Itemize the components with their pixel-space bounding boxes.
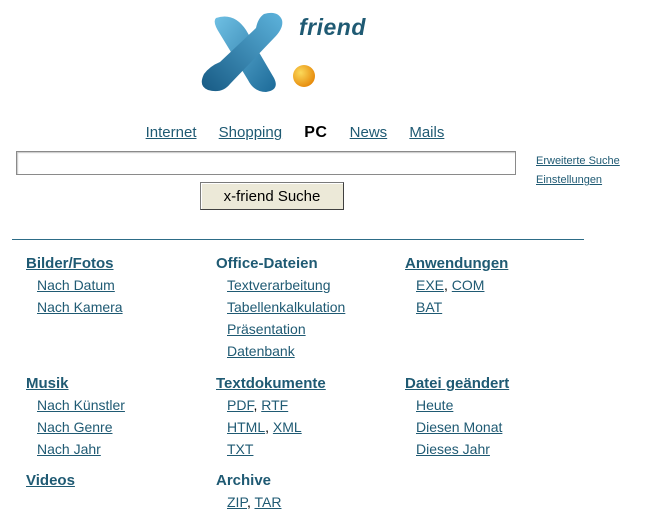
row-exe-com: EXE, COM xyxy=(416,274,508,296)
link-nach-jahr[interactable]: Nach Jahr xyxy=(37,438,125,460)
category-videos: Videos xyxy=(26,470,75,491)
category-title-bilder[interactable]: Bilder/Fotos xyxy=(26,253,123,274)
category-title-archive: Archive xyxy=(216,472,272,489)
comma-separator: , xyxy=(246,494,255,510)
link-nach-kamera[interactable]: Nach Kamera xyxy=(37,296,123,318)
link-exe[interactable]: EXE xyxy=(416,277,444,293)
search-button[interactable]: x-friend Suche xyxy=(200,182,344,210)
advanced-search-link[interactable]: Erweiterte Suche xyxy=(536,155,620,167)
category-musik: Musik Nach Künstler Nach Genre Nach Jahr xyxy=(26,373,125,460)
category-office: Office-Dateien Textverarbeitung Tabellen… xyxy=(216,253,345,362)
link-pdf[interactable]: PDF xyxy=(227,397,253,413)
category-title-musik[interactable]: Musik xyxy=(26,373,125,394)
tab-mails[interactable]: Mails xyxy=(409,124,444,141)
comma-separator: , xyxy=(265,419,273,435)
category-archive: Archive ZIP, TAR xyxy=(216,470,281,513)
link-dieses-jahr[interactable]: Dieses Jahr xyxy=(416,438,509,460)
link-praesentation[interactable]: Präsentation xyxy=(227,318,345,340)
link-rtf[interactable]: RTF xyxy=(261,397,288,413)
tab-internet[interactable]: Internet xyxy=(146,124,197,141)
tab-news[interactable]: News xyxy=(350,124,388,141)
category-textdokumente: Textdokumente PDF, RTF HTML, XML TXT xyxy=(216,373,326,460)
search-input[interactable] xyxy=(16,151,516,175)
divider xyxy=(12,239,584,240)
tab-shopping[interactable]: Shopping xyxy=(219,124,282,141)
category-title-videos[interactable]: Videos xyxy=(26,470,75,491)
tab-pc[interactable]: PC xyxy=(304,124,327,142)
category-title-datei-geaendert[interactable]: Datei geändert xyxy=(405,373,509,394)
search-tabs: Internet Shopping PC News Mails xyxy=(0,124,590,142)
link-heute[interactable]: Heute xyxy=(416,394,509,416)
link-nach-genre[interactable]: Nach Genre xyxy=(37,416,125,438)
comma-separator: , xyxy=(444,277,452,293)
category-datei-geaendert: Datei geändert Heute Diesen Monat Dieses… xyxy=(405,373,509,460)
link-tabellenkalkulation[interactable]: Tabellenkalkulation xyxy=(227,296,345,318)
row-zip-tar: ZIP, TAR xyxy=(227,491,281,513)
link-diesen-monat[interactable]: Diesen Monat xyxy=(416,416,509,438)
link-txt[interactable]: TXT xyxy=(227,438,326,460)
link-tar[interactable]: TAR xyxy=(255,494,282,510)
logo-wordmark: friend xyxy=(299,14,366,40)
link-nach-kuenstler[interactable]: Nach Künstler xyxy=(37,394,125,416)
category-title-office: Office-Dateien xyxy=(216,255,318,272)
link-bat[interactable]: BAT xyxy=(416,296,508,318)
link-html[interactable]: HTML xyxy=(227,419,265,435)
link-nach-datum[interactable]: Nach Datum xyxy=(37,274,123,296)
category-title-anwendungen[interactable]: Anwendungen xyxy=(405,253,508,274)
category-bilder: Bilder/Fotos Nach Datum Nach Kamera xyxy=(26,253,123,318)
row-pdf-rtf: PDF, RTF xyxy=(227,394,326,416)
row-html-xml: HTML, XML xyxy=(227,416,326,438)
link-xml[interactable]: XML xyxy=(273,419,302,435)
link-com[interactable]: COM xyxy=(452,277,485,293)
settings-link[interactable]: Einstellungen xyxy=(536,174,602,186)
category-anwendungen: Anwendungen EXE, COM BAT xyxy=(405,253,508,318)
link-zip[interactable]: ZIP xyxy=(227,494,247,510)
category-title-textdokumente[interactable]: Textdokumente xyxy=(216,373,326,394)
link-datenbank[interactable]: Datenbank xyxy=(227,340,345,362)
link-textverarbeitung[interactable]: Textverarbeitung xyxy=(227,274,345,296)
